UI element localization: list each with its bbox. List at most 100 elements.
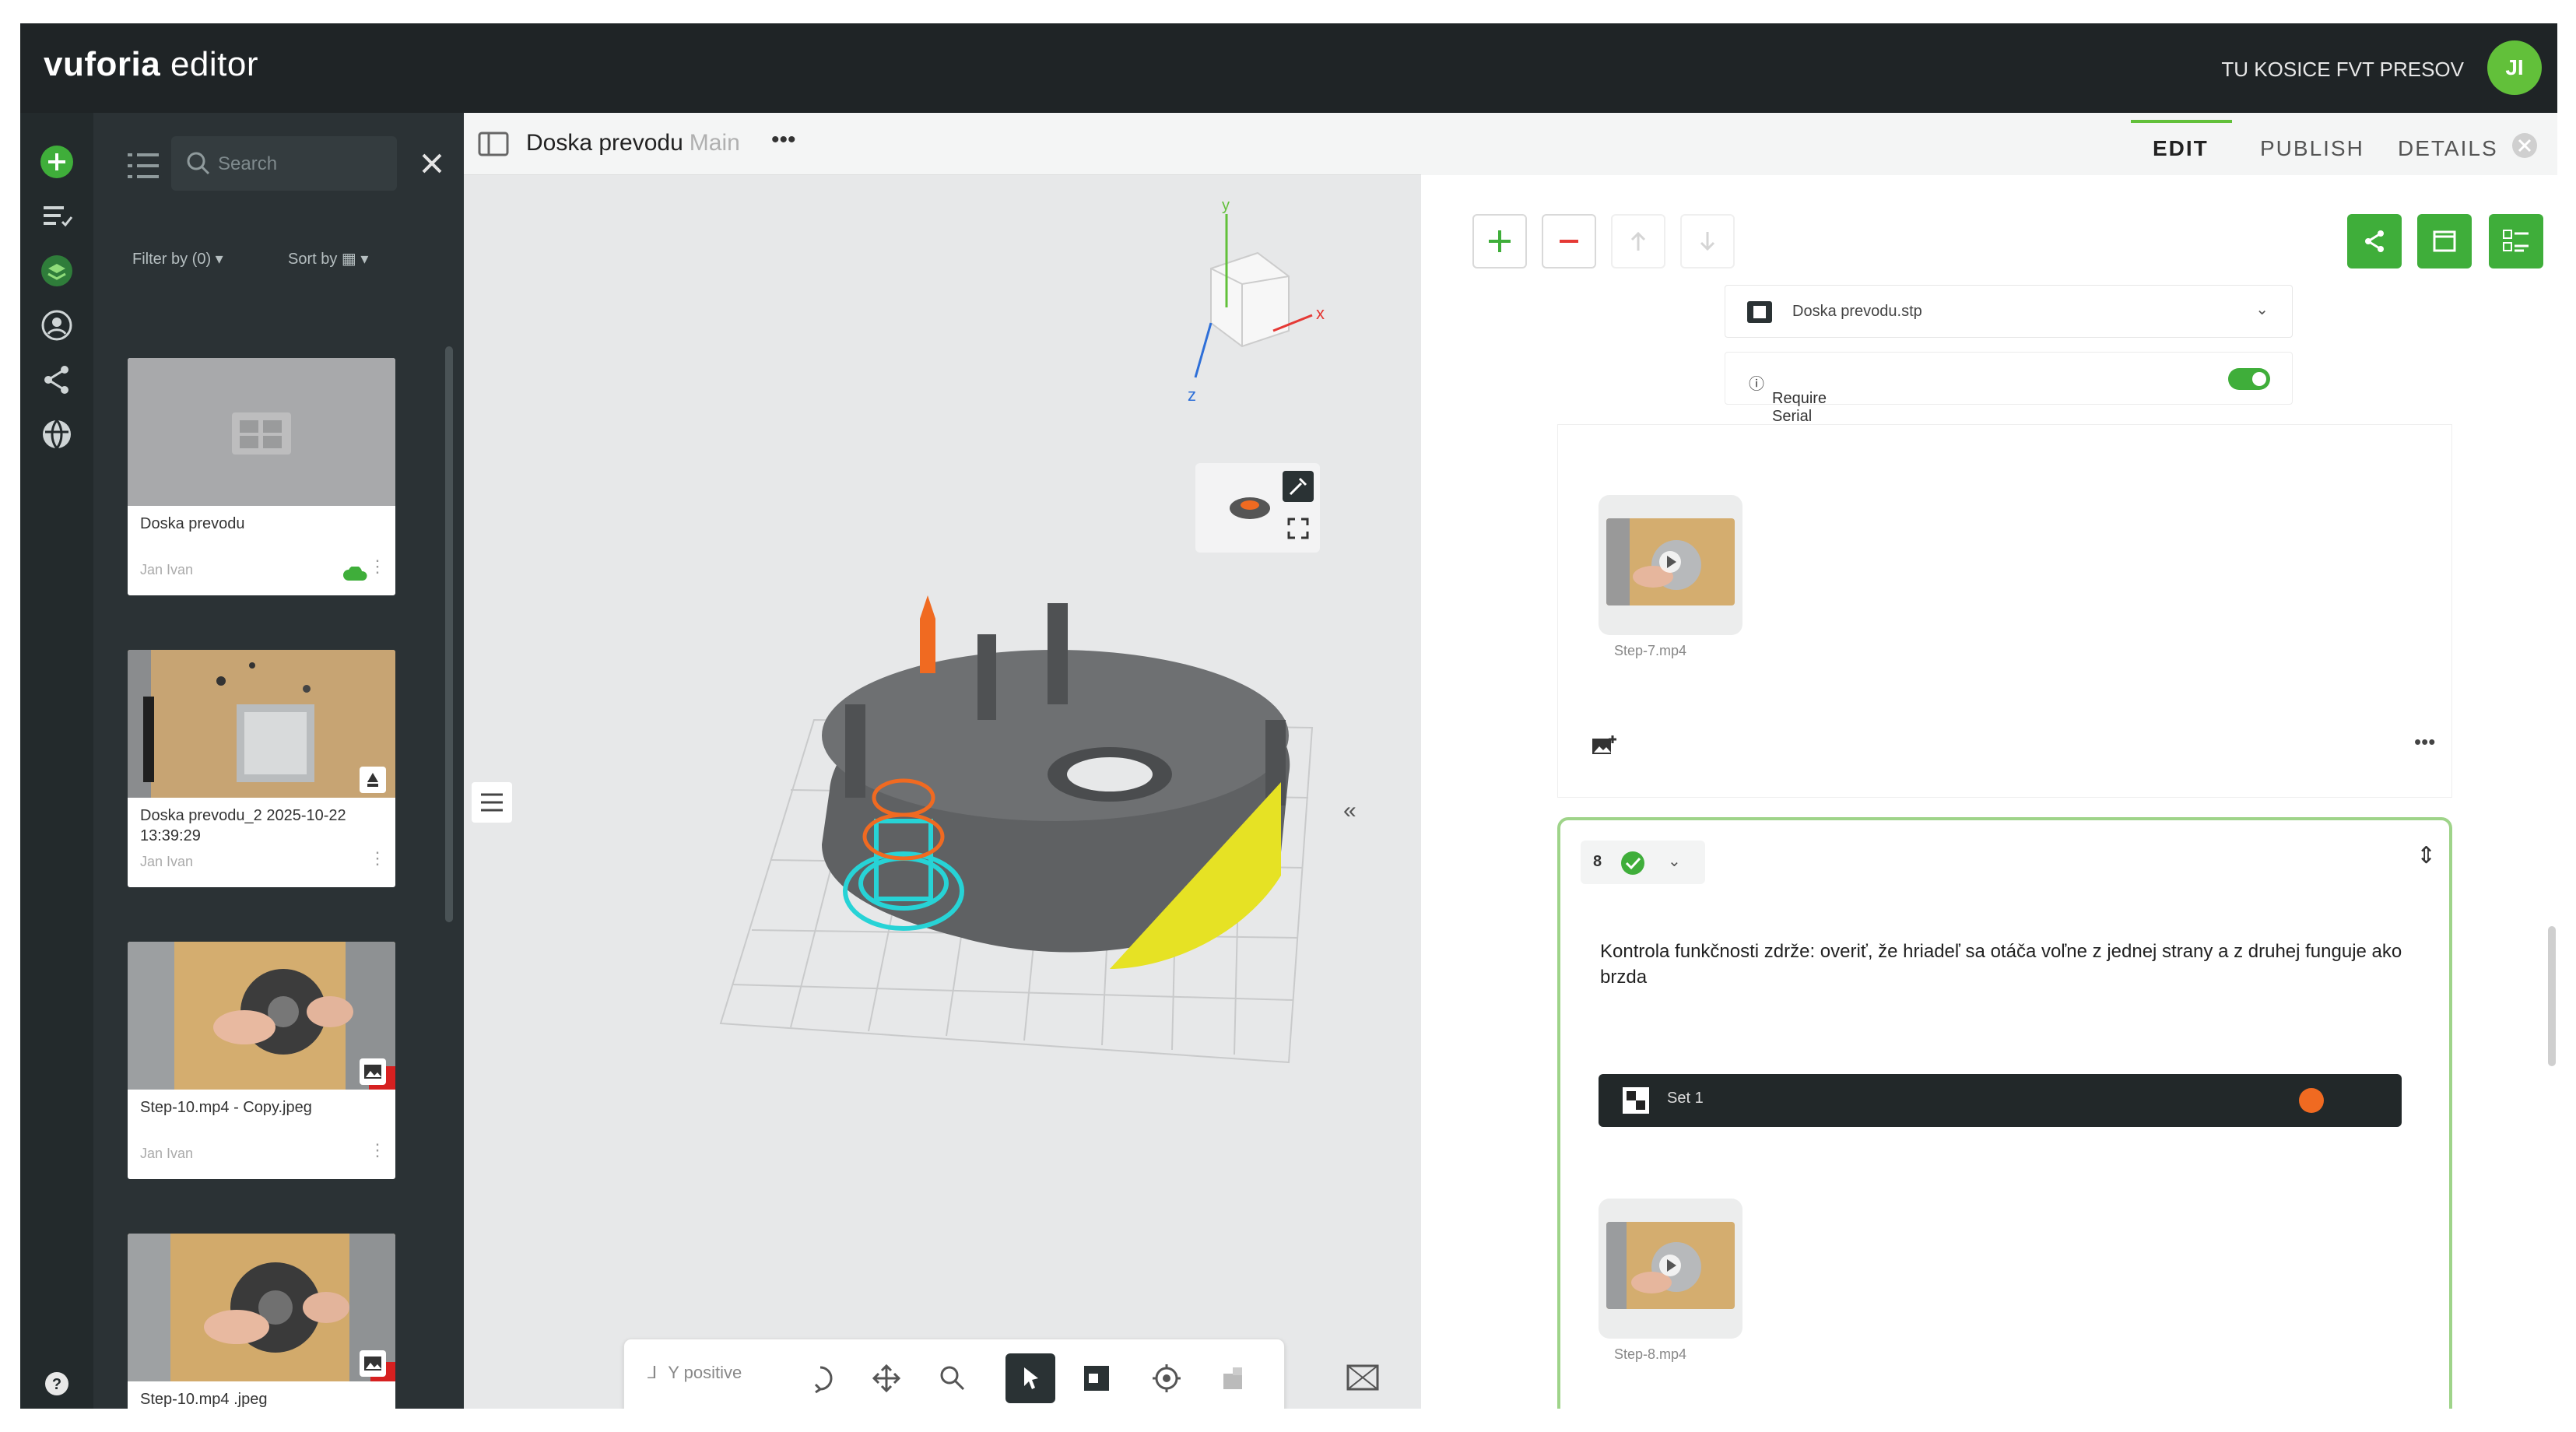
- card-title: Step-10.mp4 .jpeg: [140, 1391, 268, 1408]
- library-card[interactable]: Doska prevodu_2 2025-10-22 13:39:29 Jan …: [128, 650, 395, 887]
- card-menu-icon[interactable]: ⋮: [369, 1140, 386, 1160]
- svg-text:z: z: [1188, 385, 1196, 405]
- outline-toggle-icon[interactable]: [472, 782, 512, 823]
- set-bar[interactable]: Set 1: [1599, 1074, 2402, 1127]
- model-preview[interactable]: [1195, 463, 1320, 553]
- step-status-select[interactable]: 8 ⌄: [1581, 841, 1705, 884]
- scene-menu-icon[interactable]: •••: [771, 127, 796, 153]
- cloud-synced-icon: [343, 567, 367, 581]
- move-up-button[interactable]: [1611, 214, 1665, 268]
- collapse-step-icon[interactable]: ⇕: [2416, 842, 2436, 869]
- pan-icon[interactable]: [862, 1353, 911, 1403]
- search-icon: [187, 152, 210, 175]
- checklist-button[interactable]: [2489, 214, 2543, 268]
- preview-button[interactable]: [2417, 214, 2472, 268]
- add-step-button[interactable]: [1472, 214, 1527, 268]
- panel-icon[interactable]: [478, 132, 509, 156]
- library-scrollbar[interactable]: [445, 346, 453, 922]
- viewport-header: Doska prevodu Main •••: [464, 113, 1421, 175]
- chevron-down-icon: ⌄: [1668, 853, 1681, 870]
- steps-list-icon[interactable]: [39, 198, 75, 234]
- move-down-button[interactable]: [1680, 214, 1735, 268]
- card-menu-icon[interactable]: ⋮: [369, 556, 386, 577]
- editor-scrollbar[interactable]: [2548, 926, 2556, 1066]
- app-logo: vuforia editor: [44, 45, 259, 83]
- left-rail: ?: [20, 113, 93, 1409]
- image-badge-icon: [360, 1058, 386, 1085]
- svg-text:y: y: [1222, 197, 1230, 214]
- close-icon[interactable]: [420, 152, 444, 179]
- tab-edit[interactable]: EDIT: [2153, 136, 2209, 161]
- chevron-down-icon: ⌄: [2255, 301, 2269, 318]
- model-placeholder-icon: [232, 412, 291, 455]
- view-cube[interactable]: [1194, 214, 1313, 378]
- svg-text:?: ?: [52, 1376, 61, 1393]
- avatar[interactable]: JI: [2487, 40, 2542, 95]
- share-icon[interactable]: [39, 362, 75, 398]
- 3d-viewport[interactable]: y x z «: [464, 113, 1421, 1409]
- add-icon[interactable]: [39, 144, 75, 180]
- step-instruction-text[interactable]: Kontrola funkčnosti zdrže: overiť, že hr…: [1600, 939, 2417, 990]
- model-file-icon: [1747, 301, 1772, 323]
- card-thumbnail: [128, 1234, 395, 1381]
- viewport-toolbar: ⅃ Y positive: [623, 1339, 1285, 1409]
- set-label: Set 1: [1667, 1090, 1704, 1107]
- card-author: Jan Ivan: [140, 854, 194, 869]
- tab-publish[interactable]: PUBLISH: [2260, 136, 2364, 161]
- close-icon[interactable]: [2511, 132, 2539, 160]
- layers-icon[interactable]: [39, 253, 75, 289]
- library-card[interactable]: Doska prevodu Jan Ivan ⋮: [128, 358, 395, 595]
- step-media-thumbnail[interactable]: [1599, 1199, 1742, 1339]
- share-button[interactable]: [2347, 214, 2402, 268]
- collapse-panel-icon[interactable]: «: [1343, 798, 1356, 824]
- fit-view-icon[interactable]: [1343, 1358, 1382, 1401]
- editor-tabs: EDIT PUBLISH DETAILS: [1421, 113, 2557, 175]
- card-title: Doska prevodu_2 2025-10-22 13:39:29: [140, 807, 346, 844]
- step-menu-icon[interactable]: •••: [2414, 730, 2435, 754]
- list-view-icon[interactable]: [125, 150, 162, 185]
- select-tool-icon[interactable]: [1005, 1353, 1055, 1403]
- step-media-thumbnail[interactable]: [1599, 495, 1742, 635]
- globe-icon[interactable]: [39, 416, 75, 452]
- card-menu-icon[interactable]: ⋮: [369, 848, 386, 869]
- library-card[interactable]: Step-10.mp4 .jpeg: [128, 1234, 395, 1409]
- card-thumbnail: [128, 650, 395, 798]
- serial-id-row: Require Serial ID Input ⓘ: [1725, 352, 2293, 443]
- card-author: Jan Ivan: [140, 1146, 194, 1161]
- user-icon[interactable]: [39, 307, 75, 343]
- target-icon[interactable]: [1142, 1353, 1191, 1403]
- card-title: Doska prevodu: [140, 515, 245, 532]
- model-file-select[interactable]: Doska prevodu.stp ⌄: [1725, 285, 2293, 338]
- library-card[interactable]: Step-10.mp4 - Copy.jpeg Jan Ivan ⋮: [128, 942, 395, 1179]
- rotate-icon[interactable]: [795, 1353, 845, 1403]
- search-input[interactable]: Search: [171, 136, 397, 191]
- model-thumbnail-icon: [1230, 497, 1270, 519]
- step-number: 8: [1593, 853, 1602, 870]
- tab-details[interactable]: DETAILS: [2398, 136, 2498, 161]
- model-file-name: Doska prevodu.stp: [1792, 303, 1922, 320]
- model-badge-icon: [360, 767, 386, 793]
- active-tab-indicator: [2131, 120, 2232, 123]
- check-circle-icon: [1621, 851, 1644, 875]
- image-badge-icon: [360, 1350, 386, 1377]
- box-select-icon[interactable]: [1072, 1353, 1121, 1403]
- zoom-icon[interactable]: [928, 1353, 977, 1403]
- step-card[interactable]: Step-7.mp4 •••: [1557, 424, 2452, 798]
- serial-id-toggle[interactable]: [2228, 368, 2270, 390]
- 3d-model[interactable]: [822, 595, 1290, 969]
- status-dot: [2299, 1088, 2324, 1113]
- scene-title: Doska prevodu Main: [526, 130, 740, 156]
- serial-id-label: Require Serial ID Input ⓘ: [1749, 376, 1827, 443]
- sort-dropdown[interactable]: Sort by ▦ ▾: [288, 249, 368, 268]
- filter-dropdown[interactable]: Filter by (0) ▾: [132, 249, 223, 268]
- fullscreen-icon[interactable]: [1283, 513, 1314, 544]
- remove-step-button[interactable]: [1542, 214, 1596, 268]
- org-name: TU KOSICE FVT PRESOV: [2221, 58, 2464, 81]
- help-icon[interactable]: ?: [39, 1366, 75, 1402]
- app-window: vuforia editor TU KOSICE FVT PRESOV JI ?: [20, 23, 2557, 1409]
- card-title: Step-10.mp4 - Copy.jpeg: [140, 1099, 312, 1116]
- view-mode-icon[interactable]: [1208, 1353, 1258, 1403]
- tools-icon[interactable]: [1283, 471, 1314, 502]
- view-direction-select[interactable]: ⅃ Y positive: [648, 1363, 742, 1383]
- add-media-icon[interactable]: [1589, 732, 1617, 757]
